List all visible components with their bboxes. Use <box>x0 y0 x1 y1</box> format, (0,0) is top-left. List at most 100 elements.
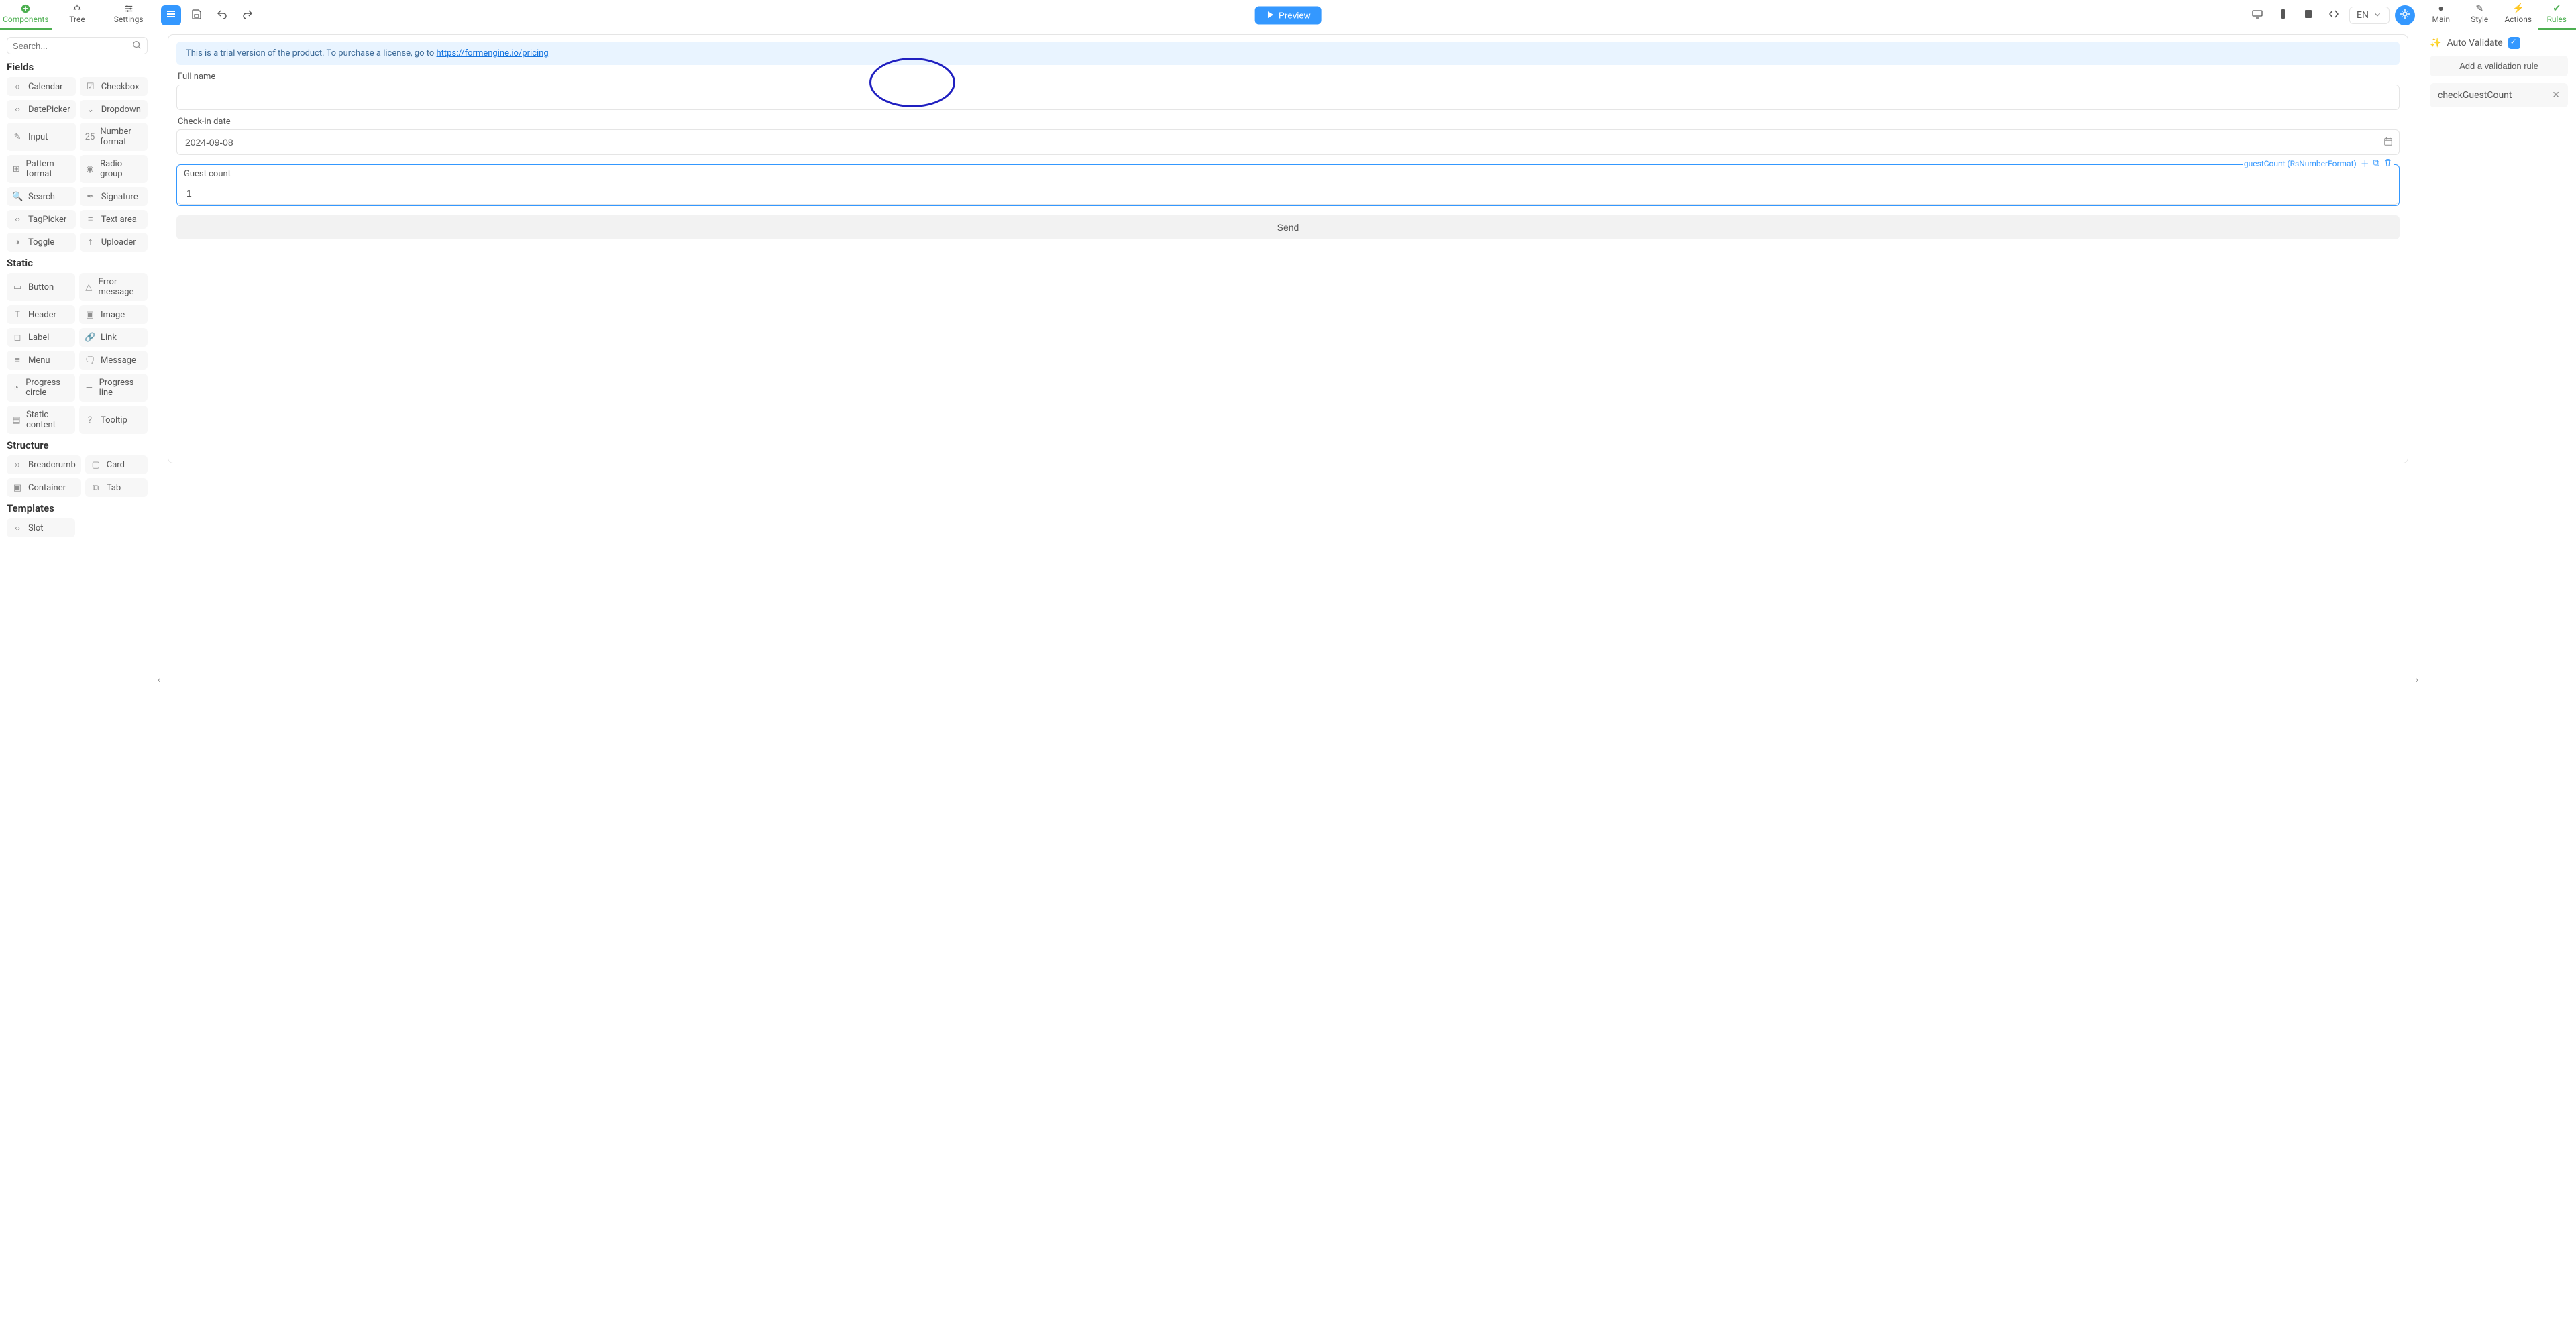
tab-tree[interactable]: Tree <box>52 0 103 30</box>
progress-circle-icon: ◔ <box>12 382 20 393</box>
palette-item-calendar[interactable]: ‹›Calendar <box>7 77 76 96</box>
palette-item-breadcrumb[interactable]: ››Breadcrumb <box>7 455 81 474</box>
left-mode-tabs: Components Tree Settings <box>0 0 154 30</box>
search-input[interactable] <box>13 41 132 51</box>
tab-main[interactable]: ● Main <box>2422 0 2461 30</box>
palette-item-image[interactable]: ▣Image <box>79 305 148 324</box>
viewport-tablet-button[interactable] <box>2273 5 2293 25</box>
redo-button[interactable] <box>237 5 258 25</box>
viewport-mobile-button[interactable] <box>2298 5 2318 25</box>
palette-item-card[interactable]: ▢Card <box>85 455 148 474</box>
tab-actions[interactable]: ⚡ Actions <box>2499 0 2538 30</box>
search-icon <box>132 40 142 51</box>
preview-button[interactable]: Preview <box>1255 6 1322 24</box>
language-select[interactable]: EN <box>2349 7 2390 24</box>
palette-item-label: Menu <box>28 355 50 366</box>
palette-item-label: Button <box>28 282 54 292</box>
palette-item-datepicker[interactable]: ‹›DatePicker <box>7 100 76 119</box>
save-button[interactable] <box>186 5 207 25</box>
palette-item-label: Progress circle <box>25 378 70 398</box>
palette-item-tab[interactable]: ⧉Tab <box>85 478 148 497</box>
validation-rule-item[interactable]: checkGuestCount ✕ <box>2430 83 2568 107</box>
palette-item-button[interactable]: ▭ Button <box>7 273 75 301</box>
viewport-desktop-button[interactable] <box>2247 5 2267 25</box>
checkin-input[interactable] <box>176 129 2400 155</box>
chevron-right-icon: › <box>2416 675 2418 685</box>
undo-icon <box>217 9 227 21</box>
palette-item-header[interactable]: THeader <box>7 305 75 324</box>
tab-components[interactable]: Components <box>0 0 52 30</box>
palette-search[interactable] <box>7 37 148 54</box>
tab-label: Components <box>3 15 49 24</box>
remove-rule-icon[interactable]: ✕ <box>2552 90 2560 101</box>
sliders-icon <box>124 4 133 14</box>
palette-item-uploader[interactable]: ⤒Uploader <box>80 233 148 252</box>
palette-item-tooltip[interactable]: ?Tooltip <box>79 406 148 434</box>
selected-guest-count-field[interactable]: guestCount (RsNumberFormat) ＋ ⧉ Guest co… <box>176 164 2400 206</box>
collapse-right-handle[interactable]: › <box>2412 30 2422 1330</box>
trial-link[interactable]: https://formengine.io/pricing <box>436 48 548 58</box>
palette-item-label: TagPicker <box>28 215 66 225</box>
guest-count-input[interactable] <box>178 182 2398 205</box>
palette-item-dropdown[interactable]: ⌄Dropdown <box>80 100 148 119</box>
delete-icon[interactable] <box>2383 158 2392 168</box>
palette-item-checkbox[interactable]: ☑Checkbox <box>80 77 148 96</box>
palette-item-label[interactable]: ◻Label <box>7 328 75 347</box>
palette-item-tagpicker[interactable]: ‹›TagPicker <box>7 210 76 229</box>
tab-rules[interactable]: ✔ Rules <box>2538 0 2576 30</box>
palette-item-menu[interactable]: ≡Menu <box>7 351 75 370</box>
palette-item-input[interactable]: ✎Input <box>7 123 76 151</box>
toggle-icon: ◑ <box>12 237 23 247</box>
add-validation-rule-button[interactable]: Add a validation rule <box>2430 56 2568 76</box>
palette-item-signature[interactable]: ✒Signature <box>80 187 148 206</box>
code-icon <box>2328 9 2339 21</box>
tab-label: Main <box>2432 15 2450 24</box>
tablet-icon <box>2277 9 2288 21</box>
palette-item-label: Header <box>28 310 56 320</box>
palette-item-label: Static content <box>26 410 70 430</box>
palette-item-progress-circle[interactable]: ◔ Progress circle <box>7 374 75 402</box>
wand-icon: ✨ <box>2430 38 2441 48</box>
palette-item-search[interactable]: 🔍Search <box>7 187 76 206</box>
tab-style[interactable]: ✎ Style <box>2461 0 2500 30</box>
uploader-icon: ⤒ <box>85 237 96 247</box>
palette-item-slot[interactable]: ‹›Slot <box>7 518 75 537</box>
auto-validate-checkbox[interactable] <box>2508 37 2520 49</box>
palette-item-label: DatePicker <box>28 105 70 115</box>
palette-item-label: Message <box>101 355 136 366</box>
add-icon[interactable]: ＋ <box>2361 157 2369 170</box>
collapse-left-handle[interactable]: ‹ <box>154 30 164 1330</box>
full-name-input[interactable] <box>176 85 2400 110</box>
plus-circle-icon <box>21 4 30 14</box>
chevron-down-icon <box>2373 10 2382 21</box>
preview-label: Preview <box>1279 10 1310 20</box>
palette-item-number-format[interactable]: 25Number format <box>80 123 148 151</box>
palette-item-container[interactable]: ▣Container <box>7 478 81 497</box>
tab-settings[interactable]: Settings <box>103 0 154 30</box>
form-canvas[interactable]: This is a trial version of the product. … <box>168 34 2408 463</box>
palette-item-message[interactable]: 🗨Message <box>79 351 148 370</box>
menu-toggle-button[interactable] <box>161 5 181 25</box>
play-icon <box>1266 10 1275 20</box>
link-icon: 🔗 <box>85 333 95 343</box>
button-icon: ▭ <box>12 282 23 292</box>
breadcrumb-icon: ›› <box>12 460 23 470</box>
palette-item-static-content[interactable]: ▤Static content <box>7 406 75 434</box>
palette-item-text-area[interactable]: ≡Text area <box>80 210 148 229</box>
trial-text: This is a trial version of the product. … <box>186 48 436 58</box>
undo-button[interactable] <box>212 5 232 25</box>
palette-item-error-message[interactable]: △Error message <box>79 273 148 301</box>
palette-item-radio-group[interactable]: ◉Radio group <box>80 155 148 183</box>
palette-group-title: Structure <box>7 439 148 451</box>
code-view-button[interactable] <box>2324 5 2344 25</box>
palette-item-pattern-format[interactable]: ⊞Pattern format <box>7 155 76 183</box>
palette-item-link[interactable]: 🔗Link <box>79 328 148 347</box>
palette-item-progress-line[interactable]: —Progress line <box>79 374 148 402</box>
send-button[interactable]: Send <box>176 215 2400 239</box>
palette-item-toggle[interactable]: ◑Toggle <box>7 233 76 252</box>
rules-panel: ✨ Auto Validate Add a validation rule ch… <box>2422 30 2576 1330</box>
canvas-area: This is a trial version of the product. … <box>164 30 2412 1330</box>
global-settings-button[interactable] <box>2395 5 2415 25</box>
duplicate-icon[interactable]: ⧉ <box>2373 158 2379 168</box>
desktop-icon <box>2252 9 2263 21</box>
